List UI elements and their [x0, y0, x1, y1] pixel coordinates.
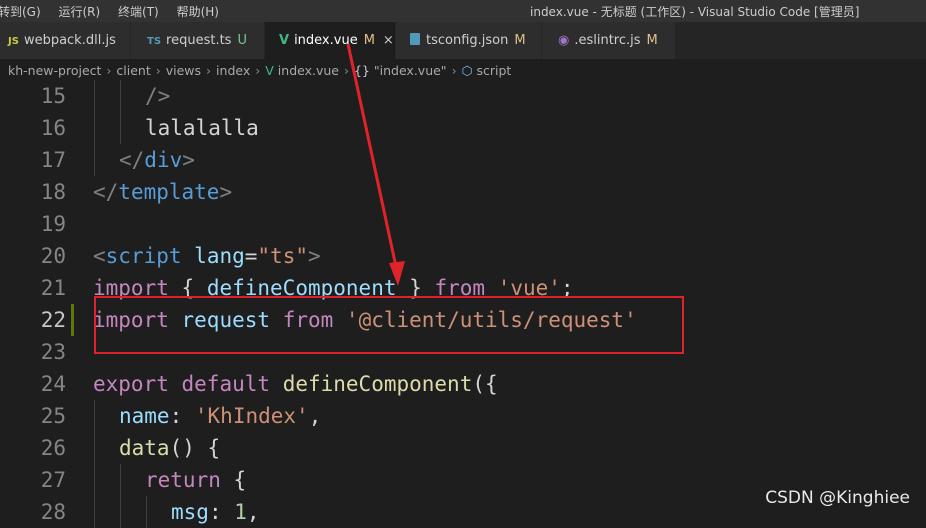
arrow-head: [389, 261, 405, 286]
watermark: CSDN @Kinghiee: [765, 488, 910, 508]
arrow-shaft: [346, 43, 400, 277]
annotation-arrow: [346, 43, 405, 286]
